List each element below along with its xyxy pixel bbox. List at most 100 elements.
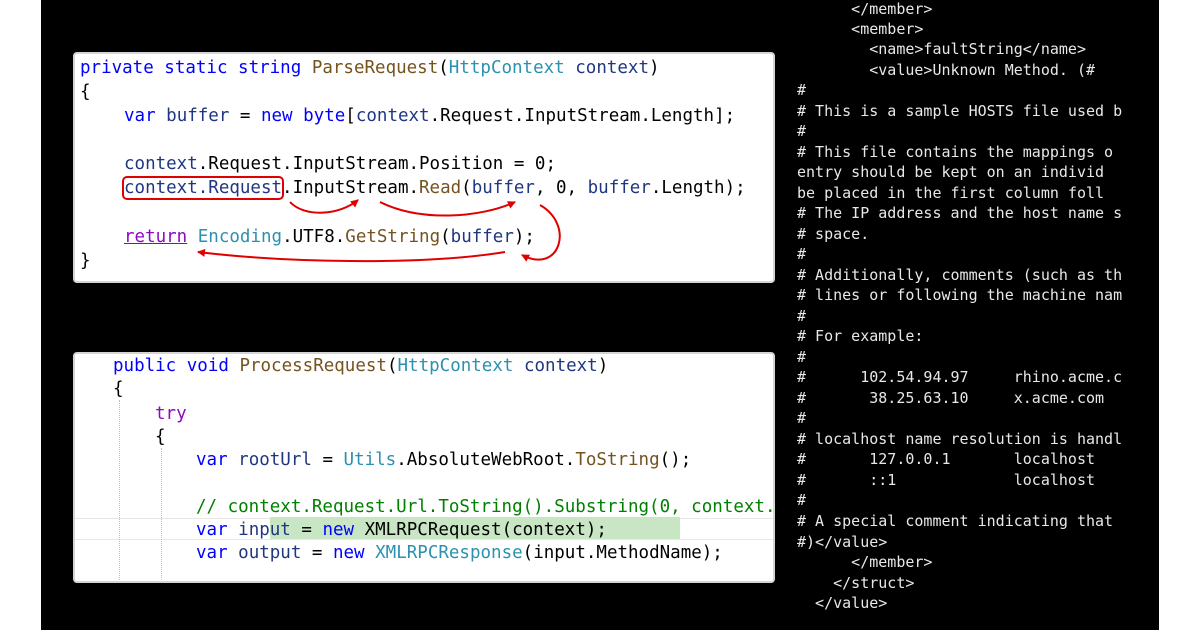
code-line-return: return Encoding.UTF8.GetString(buffer);	[124, 227, 535, 247]
terminal-line: # The IP address and the host name s	[797, 204, 1123, 222]
code-line-brace: {	[113, 379, 124, 399]
comment: // context.Request.Url.ToString().Substr…	[196, 497, 775, 517]
punctuation: (	[438, 58, 449, 78]
close-brace: }	[80, 251, 91, 271]
code-line-output: var output = new XMLRPCResponse(input.Me…	[196, 543, 723, 563]
punctuation: =	[301, 543, 333, 563]
punctuation: =	[290, 520, 323, 540]
code-text: .UTF8.	[282, 227, 346, 247]
indent-guide	[161, 448, 162, 580]
keyword: new	[332, 543, 365, 563]
terminal-line: # For example:	[797, 327, 924, 345]
type-name: HttpContext	[397, 356, 514, 376]
identifier: buffer	[471, 178, 535, 198]
terminal-line: <name>faultString</name>	[797, 40, 1086, 58]
terminal-line: #	[797, 245, 807, 263]
code-line-rooturl: var rootUrl = Utils.AbsoluteWebRoot.ToSt…	[196, 450, 691, 470]
punctuation: )	[597, 356, 609, 376]
keyword: var	[196, 520, 228, 540]
open-brace: {	[155, 427, 166, 447]
method-name: GetString	[345, 227, 441, 247]
identifier: buffer	[450, 227, 514, 247]
identifier: output	[238, 543, 302, 563]
keyword: var	[196, 543, 228, 563]
terminal-line: #	[797, 491, 807, 509]
parameter-name: context	[575, 58, 650, 78]
identifier: rootUrl	[238, 450, 312, 470]
parameter-name: context	[523, 356, 598, 376]
terminal-line: #)</value>	[797, 533, 888, 551]
code-text: .InputStream.	[282, 178, 420, 198]
code-text: .Request.InputStream.Length];	[429, 106, 736, 126]
terminal-line: # This file contains the mappings o	[797, 143, 1114, 161]
code-text: .Length);	[650, 178, 746, 198]
terminal-line: </value>	[797, 594, 888, 612]
keyword: new	[322, 520, 355, 540]
terminal-line: # 102.54.94.97 rhino.acme.c	[797, 368, 1123, 386]
return-keyword: return	[124, 227, 188, 247]
identifier: context	[355, 106, 430, 126]
keyword: byte	[303, 106, 346, 126]
method-name: Read	[419, 178, 462, 198]
punctuation: (	[461, 178, 472, 198]
code-text: .AbsoluteWebRoot.	[396, 450, 576, 470]
code-line-input: var input = new XMLRPCRequest(context);	[196, 520, 607, 540]
type-name: XMLRPCRequest	[364, 520, 502, 540]
terminal-line: # space.	[797, 225, 870, 243]
punctuation: );	[513, 227, 535, 247]
code-line-brace: }	[80, 251, 91, 271]
terminal-line: </struct>	[797, 574, 915, 592]
keyword: new	[260, 106, 293, 126]
punctuation: =	[229, 106, 261, 126]
try-keyword: try	[155, 404, 187, 424]
type-name: Encoding	[197, 227, 283, 247]
terminal-line: <value>Unknown Method. (#	[797, 61, 1096, 79]
terminal-line: # lines or following the machine nam	[797, 286, 1123, 304]
type-name: HttpContext	[448, 58, 565, 78]
open-brace: {	[113, 379, 124, 399]
keyword: private static string	[80, 58, 302, 78]
indent-guide	[119, 400, 120, 580]
terminal-line: # ::1 localhost	[797, 471, 1096, 489]
code-snippet-process-request: public void ProcessRequest(HttpContext c…	[73, 352, 775, 583]
terminal-line: # This is a sample HOSTS file used b	[797, 102, 1123, 120]
keyword: var	[196, 450, 228, 470]
terminal-line: #	[797, 122, 807, 140]
punctuation: (	[386, 356, 398, 376]
identifier: buffer	[166, 106, 230, 126]
code-line-signature: public void ProcessRequest(HttpContext c…	[113, 356, 608, 376]
terminal-line: # 127.0.0.1 localhost	[797, 450, 1096, 468]
terminal-line: # 38.25.63.10 x.acme.com	[797, 389, 1105, 407]
code-line-try: try	[155, 404, 187, 424]
terminal-line: #	[797, 81, 807, 99]
open-brace: {	[80, 82, 91, 102]
terminal-line: #	[797, 307, 807, 325]
terminal-line: </member>	[797, 553, 933, 571]
code-line-brace: {	[80, 82, 91, 102]
terminal-line: # A special comment indicating that	[797, 512, 1114, 530]
terminal-line: # Additionally, comments (such as th	[797, 266, 1123, 284]
code-line-comment: // context.Request.Url.ToString().Substr…	[196, 497, 775, 517]
terminal-line: #	[797, 409, 807, 427]
code-line-read: context.Request.InputStream.Read(buffer,…	[121, 176, 746, 200]
terminal-line: #	[797, 348, 807, 366]
punctuation: =	[311, 450, 344, 470]
identifier: buffer	[587, 178, 651, 198]
code-text: .Request.InputStream.Position = 0;	[197, 154, 556, 174]
punctuation: )	[649, 58, 660, 78]
method-name: ParseRequest	[311, 58, 439, 78]
punctuation: ();	[659, 450, 692, 470]
code-text: (input.MethodName);	[522, 543, 723, 563]
type-name: Utils	[343, 450, 397, 470]
punctuation: (	[440, 227, 451, 247]
punctuation: [	[345, 106, 356, 126]
boxed-context-request: context.Request	[121, 176, 285, 200]
terminal-line: be placed in the first column foll	[797, 184, 1105, 202]
terminal-line: <member>	[797, 20, 924, 38]
code-line-buffer-decl: var buffer = new byte[context.Request.In…	[124, 106, 735, 126]
method-name: ProcessRequest	[239, 356, 387, 376]
terminal-line: entry should be kept on an individ	[797, 163, 1105, 181]
code-text: (context);	[501, 520, 607, 540]
identifier: input	[238, 520, 291, 540]
terminal-line: </member>	[797, 0, 933, 18]
